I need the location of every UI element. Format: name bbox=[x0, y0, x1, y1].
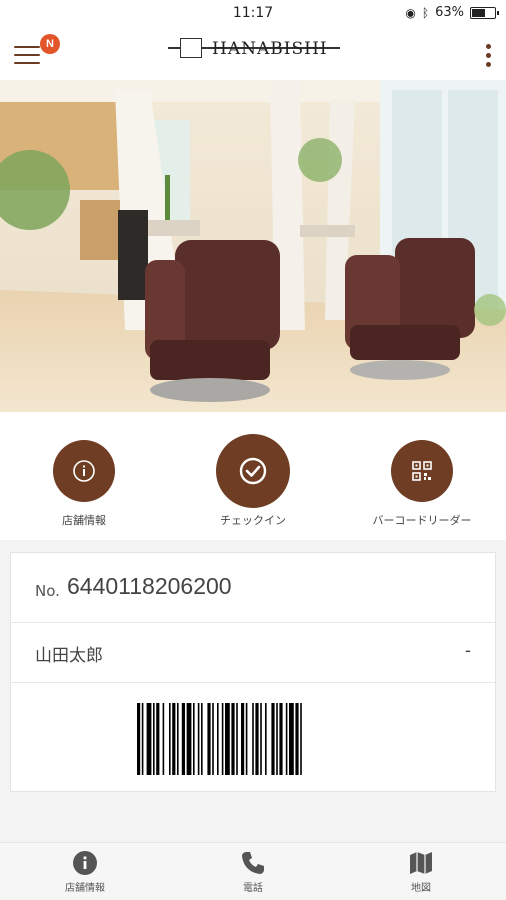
status-bar: 11:17 ◉ ᛒ 63% bbox=[0, 0, 506, 26]
qr-code-icon bbox=[391, 440, 453, 502]
store-info-action[interactable]: 店舗情報 bbox=[14, 440, 154, 528]
check-in-label: チェックイン bbox=[220, 514, 286, 527]
nav-store-info[interactable]: 店舗情報 bbox=[30, 849, 140, 894]
more-options-icon[interactable] bbox=[486, 44, 492, 68]
barcode-area bbox=[11, 683, 495, 793]
logo-mark bbox=[180, 38, 202, 58]
member-barcode bbox=[137, 703, 302, 775]
info-icon bbox=[30, 849, 140, 877]
nav-phone-label: 電話 bbox=[243, 883, 263, 894]
quick-actions: 店舗情報 チェックイン バーコードリーダー bbox=[0, 412, 506, 540]
member-number-prefix: No. bbox=[35, 582, 60, 600]
member-name-suffix: - bbox=[464, 641, 471, 661]
check-in-action[interactable]: チェックイン bbox=[183, 434, 323, 528]
battery-percent: 63% bbox=[435, 5, 464, 20]
brand-logo: HANABISHI bbox=[168, 36, 340, 64]
phone-icon bbox=[198, 849, 308, 877]
menu-icon[interactable] bbox=[14, 46, 40, 66]
info-icon bbox=[53, 440, 115, 502]
status-icons: ◉ ᛒ 63% bbox=[405, 5, 499, 20]
member-card: No. 6440118206200 山田太郎 - bbox=[10, 552, 496, 792]
bottom-nav: 店舗情報 電話 地図 bbox=[0, 842, 506, 900]
location-icon: ◉ bbox=[405, 5, 416, 20]
nav-store-info-label: 店舗情報 bbox=[65, 883, 105, 894]
barcode-reader-label: バーコードリーダー bbox=[372, 514, 472, 527]
check-icon bbox=[216, 434, 290, 508]
nav-phone[interactable]: 電話 bbox=[198, 849, 308, 894]
member-number-row: No. 6440118206200 bbox=[11, 553, 495, 623]
member-name: 山田太郎 bbox=[35, 646, 103, 666]
barcode-reader-action[interactable]: バーコードリーダー bbox=[352, 440, 492, 528]
notification-badge[interactable]: N bbox=[40, 34, 60, 54]
battery-icon bbox=[470, 6, 499, 19]
store-info-label: 店舗情報 bbox=[62, 514, 106, 527]
nav-map-label: 地図 bbox=[411, 883, 431, 894]
map-icon bbox=[366, 849, 476, 877]
bluetooth-icon: ᛒ bbox=[421, 5, 430, 20]
hero-image bbox=[0, 80, 506, 412]
nav-map[interactable]: 地図 bbox=[366, 849, 476, 894]
member-number: 6440118206200 bbox=[67, 573, 232, 599]
app-header: N HANABISHI bbox=[0, 26, 506, 80]
member-name-row: 山田太郎 - bbox=[11, 623, 495, 683]
logo-text: HANABISHI bbox=[212, 39, 328, 59]
